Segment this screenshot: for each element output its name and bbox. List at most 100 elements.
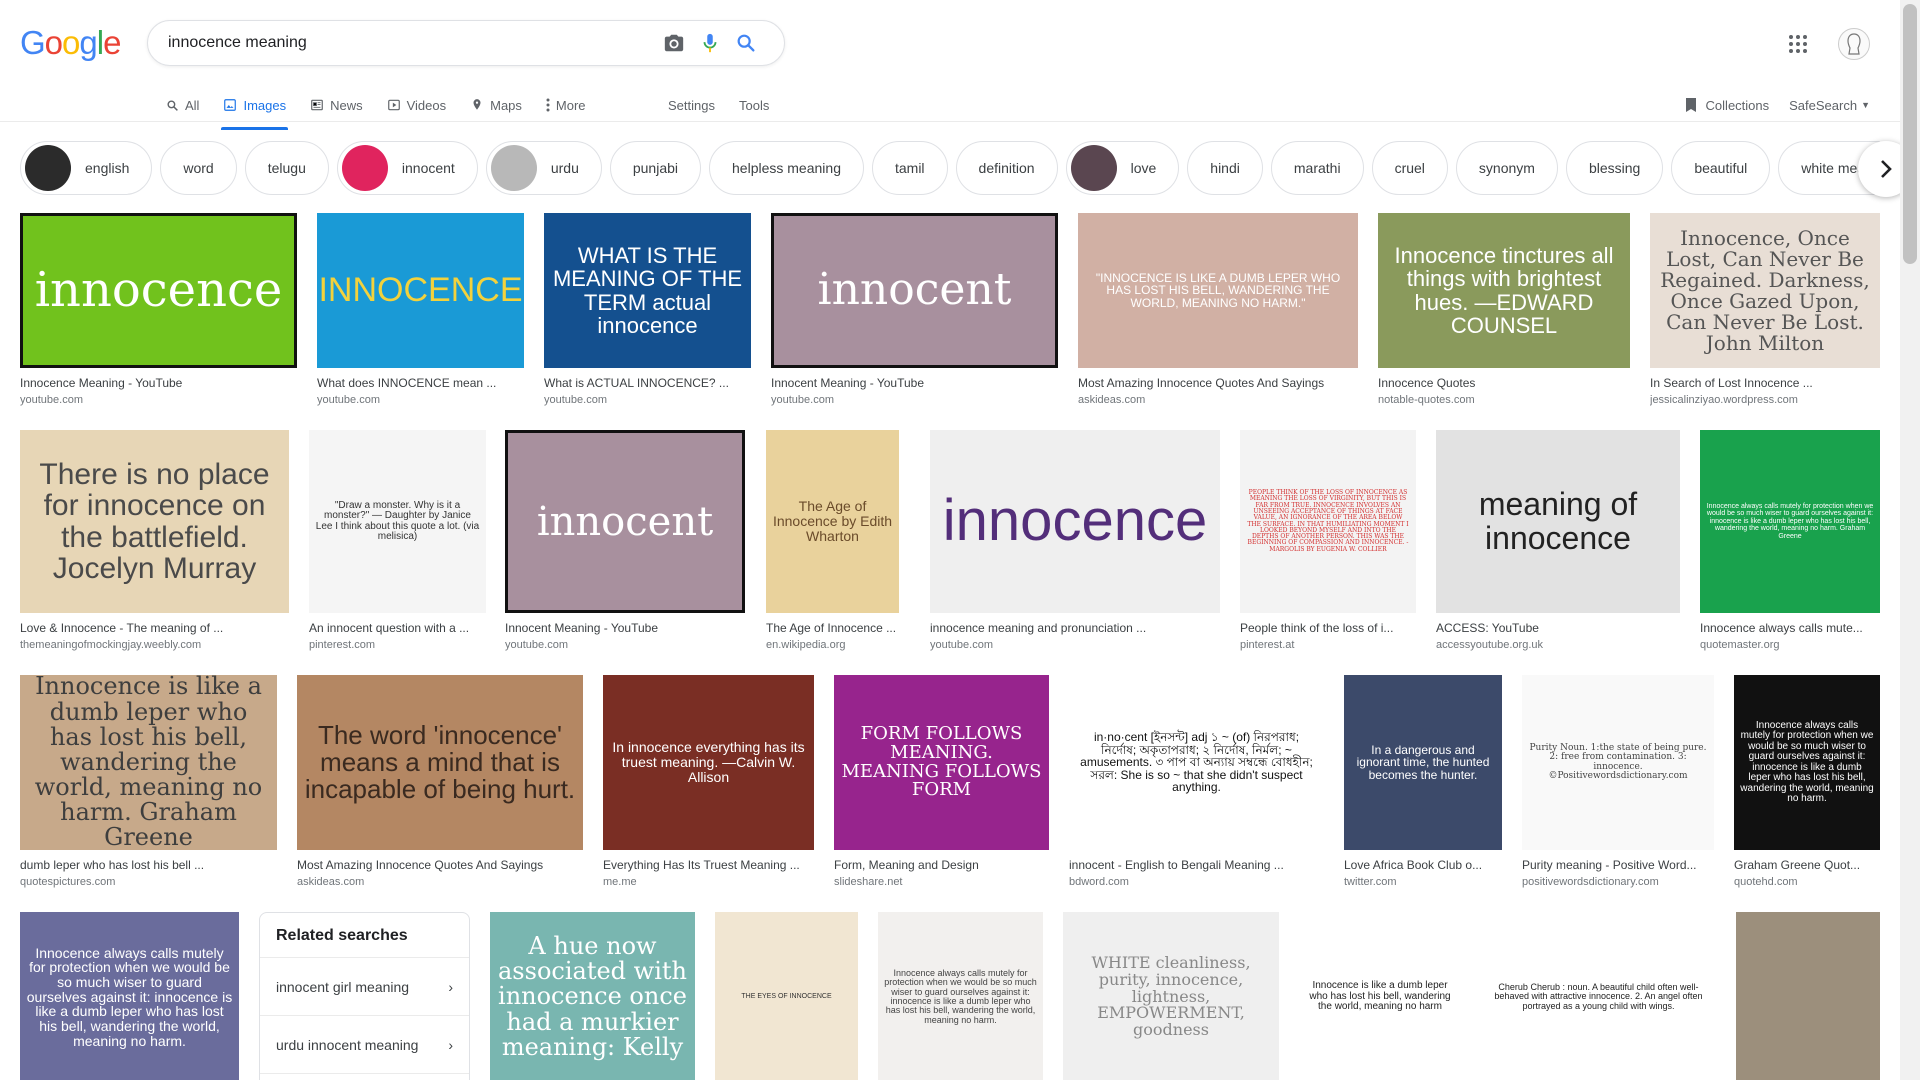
result-source[interactable]: slideshare.net [834,876,1049,888]
image-result[interactable]: Innocence always calls mutely for protec… [1700,430,1880,651]
image-result[interactable]: innocence Innocence Meaning - YouTube yout… [20,213,297,406]
image-result[interactable]: Innocence is like a dumb leper who has l… [1299,912,1461,1080]
image-result[interactable]: The word 'innocence' means a mind that i… [297,675,583,888]
image-result[interactable] [1736,912,1880,1080]
image-result[interactable]: Purity Noun. 1:the state of being pure. … [1522,675,1714,888]
result-source[interactable]: en.wikipedia.org [766,639,899,651]
scrollbar-thumb[interactable] [1903,4,1917,264]
result-thumbnail[interactable]: "Draw a monster. Why is it a monster?" —… [309,430,486,613]
image-result[interactable]: A hue now associated with innocence once… [490,912,695,1080]
related-search-item[interactable]: urdu innocent meaning › [260,1016,469,1074]
image-result[interactable]: "INNOCENCE IS LIKE A DUMB LEPER WHO HAS … [1078,213,1358,406]
result-title[interactable]: What is ACTUAL INNOCENCE? ... [544,376,751,390]
image-result[interactable]: There is no place for innocence on the b… [20,430,289,651]
result-thumbnail[interactable]: innocent [505,430,745,613]
related-search-item[interactable]: innocent girl meaning › [260,958,469,1016]
result-source[interactable]: youtube.com [544,394,751,406]
result-thumbnail[interactable] [1736,912,1880,1080]
result-source[interactable]: notable-quotes.com [1378,394,1630,406]
result-source[interactable]: accessyoutube.org.uk [1436,639,1680,651]
result-title[interactable]: Love Africa Book Club o... [1344,858,1502,872]
result-source[interactable]: quotemaster.org [1700,639,1880,651]
result-title[interactable]: Everything Has Its Truest Meaning ... [603,858,814,872]
result-title[interactable]: An innocent question with a ... [309,621,486,635]
page-scrollbar[interactable] [1900,0,1920,1080]
result-source[interactable]: pinterest.at [1240,639,1416,651]
result-thumbnail[interactable]: In innocence everything has its truest m… [603,675,814,850]
result-source[interactable]: me.me [603,876,814,888]
image-result[interactable]: Innocence always calls mutely for protec… [20,912,239,1080]
result-title[interactable]: The Age of Innocence ... [766,621,899,635]
result-title[interactable]: innocence meaning and pronunciation ... [930,621,1220,635]
result-thumbnail[interactable]: Innocence always calls mutely for protec… [1734,675,1880,850]
image-result[interactable]: innocent Innocent Meaning - YouTube youtub… [771,213,1058,406]
result-title[interactable]: Innocence always calls mute... [1700,621,1880,635]
result-title[interactable]: dumb leper who has lost his bell ... [20,858,277,872]
image-result[interactable]: "Draw a monster. Why is it a monster?" —… [309,430,486,651]
result-thumbnail[interactable]: Innocence, Once Lost, Can Never Be Regai… [1650,213,1880,368]
result-title[interactable]: Purity meaning - Positive Word... [1522,858,1714,872]
result-title[interactable]: People think of the loss of i... [1240,621,1416,635]
result-source[interactable]: positivewordsdictionary.com [1522,876,1714,888]
result-thumbnail[interactable]: innocence [20,213,297,368]
result-thumbnail[interactable]: in·no·cent [ইনসন্ট] adj ১ ~ (of) নিরপরাধ… [1069,675,1324,850]
result-thumbnail[interactable]: innocent [771,213,1058,368]
image-result[interactable]: Innocence always calls mutely for protec… [878,912,1043,1080]
image-result[interactable]: Innocence always calls mutely for protec… [1734,675,1880,888]
result-thumbnail[interactable]: innocence [930,430,1220,613]
image-result[interactable]: In innocence everything has its truest m… [603,675,814,888]
result-thumbnail[interactable]: "INNOCENCE IS LIKE A DUMB LEPER WHO HAS … [1078,213,1358,368]
result-thumbnail[interactable]: Innocence always calls mutely for protec… [1700,430,1880,613]
image-result[interactable]: The Age of Innocence by Edith Wharton The… [766,430,899,651]
result-title[interactable]: Innocent Meaning - YouTube [771,376,1058,390]
result-title[interactable]: Form, Meaning and Design [834,858,1049,872]
result-thumbnail[interactable]: WHITE cleanliness, purity, innocence, li… [1063,912,1279,1080]
result-thumbnail[interactable]: WHAT IS THE MEANING OF THE TERM actual i… [544,213,751,368]
result-thumbnail[interactable]: Innocence is like a dumb leper who has l… [20,675,277,850]
result-source[interactable]: askideas.com [297,876,583,888]
result-title[interactable]: Innocence Meaning - YouTube [20,376,297,390]
image-result[interactable]: WHITE cleanliness, purity, innocence, li… [1063,912,1279,1080]
image-result[interactable]: Cherub Cherub : noun. A beautiful child … [1481,912,1716,1080]
result-thumbnail[interactable]: meaning of innocence [1436,430,1680,613]
result-title[interactable]: ACCESS: YouTube [1436,621,1680,635]
result-source[interactable]: pinterest.com [309,639,486,651]
result-source[interactable]: twitter.com [1344,876,1502,888]
result-thumbnail[interactable]: Purity Noun. 1:the state of being pure. … [1522,675,1714,850]
image-result[interactable]: Innocence, Once Lost, Can Never Be Regai… [1650,213,1880,406]
result-thumbnail[interactable]: PEOPLE THINK OF THE LOSS OF INNOCENCE AS… [1240,430,1416,613]
image-result[interactable]: PEOPLE THINK OF THE LOSS OF INNOCENCE AS… [1240,430,1416,651]
result-source[interactable]: youtube.com [771,394,1058,406]
image-result[interactable]: INNOCENCE What does INNOCENCE mean ... you… [317,213,524,406]
result-source[interactable]: quotehd.com [1734,876,1880,888]
result-thumbnail[interactable]: Innocence tinctures all things with brig… [1378,213,1630,368]
result-thumbnail[interactable]: INNOCENCE [317,213,524,368]
result-thumbnail[interactable]: There is no place for innocence on the b… [20,430,289,613]
image-result[interactable]: innocence innocence meaning and pronuncia… [930,430,1220,651]
result-title[interactable]: What does INNOCENCE mean ... [317,376,524,390]
result-source[interactable]: youtube.com [930,639,1220,651]
result-thumbnail[interactable]: Innocence always calls mutely for protec… [878,912,1043,1080]
result-thumbnail[interactable]: The Age of Innocence by Edith Wharton [766,430,899,613]
image-result[interactable]: WHAT IS THE MEANING OF THE TERM actual i… [544,213,751,406]
image-result[interactable]: Innocence tinctures all things with brig… [1378,213,1630,406]
result-thumbnail[interactable]: A hue now associated with innocence once… [490,912,695,1080]
result-title[interactable]: Most Amazing Innocence Quotes And Saying… [297,858,583,872]
result-title[interactable]: Love & Innocence - The meaning of ... [20,621,289,635]
image-result[interactable]: meaning of innocence ACCESS: YouTube acces… [1436,430,1680,651]
image-result[interactable]: innocent Innocent Meaning - YouTube youtub… [505,430,745,651]
result-thumbnail[interactable]: Cherub Cherub : noun. A beautiful child … [1481,912,1716,1080]
image-result[interactable]: FORM FOLLOWS MEANING. MEANING FOLLOWS FO… [834,675,1049,888]
result-source[interactable]: bdword.com [1069,876,1324,888]
image-result[interactable]: THE EYES OF INNOCENCE [715,912,858,1080]
result-source[interactable]: youtube.com [20,394,297,406]
result-source[interactable]: askideas.com [1078,394,1358,406]
result-thumbnail[interactable]: THE EYES OF INNOCENCE [715,912,858,1080]
result-title[interactable]: Most Amazing Innocence Quotes And Saying… [1078,376,1358,390]
result-thumbnail[interactable]: Innocence always calls mutely for protec… [20,912,239,1080]
result-title[interactable]: Innocence Quotes [1378,376,1630,390]
result-source[interactable]: youtube.com [505,639,745,651]
result-source[interactable]: jessicalinziyao.wordpress.com [1650,394,1880,406]
image-result[interactable]: in·no·cent [ইনসন্ট] adj ১ ~ (of) নিরপরাধ… [1069,675,1324,888]
result-thumbnail[interactable]: Innocence is like a dumb leper who has l… [1299,912,1461,1080]
